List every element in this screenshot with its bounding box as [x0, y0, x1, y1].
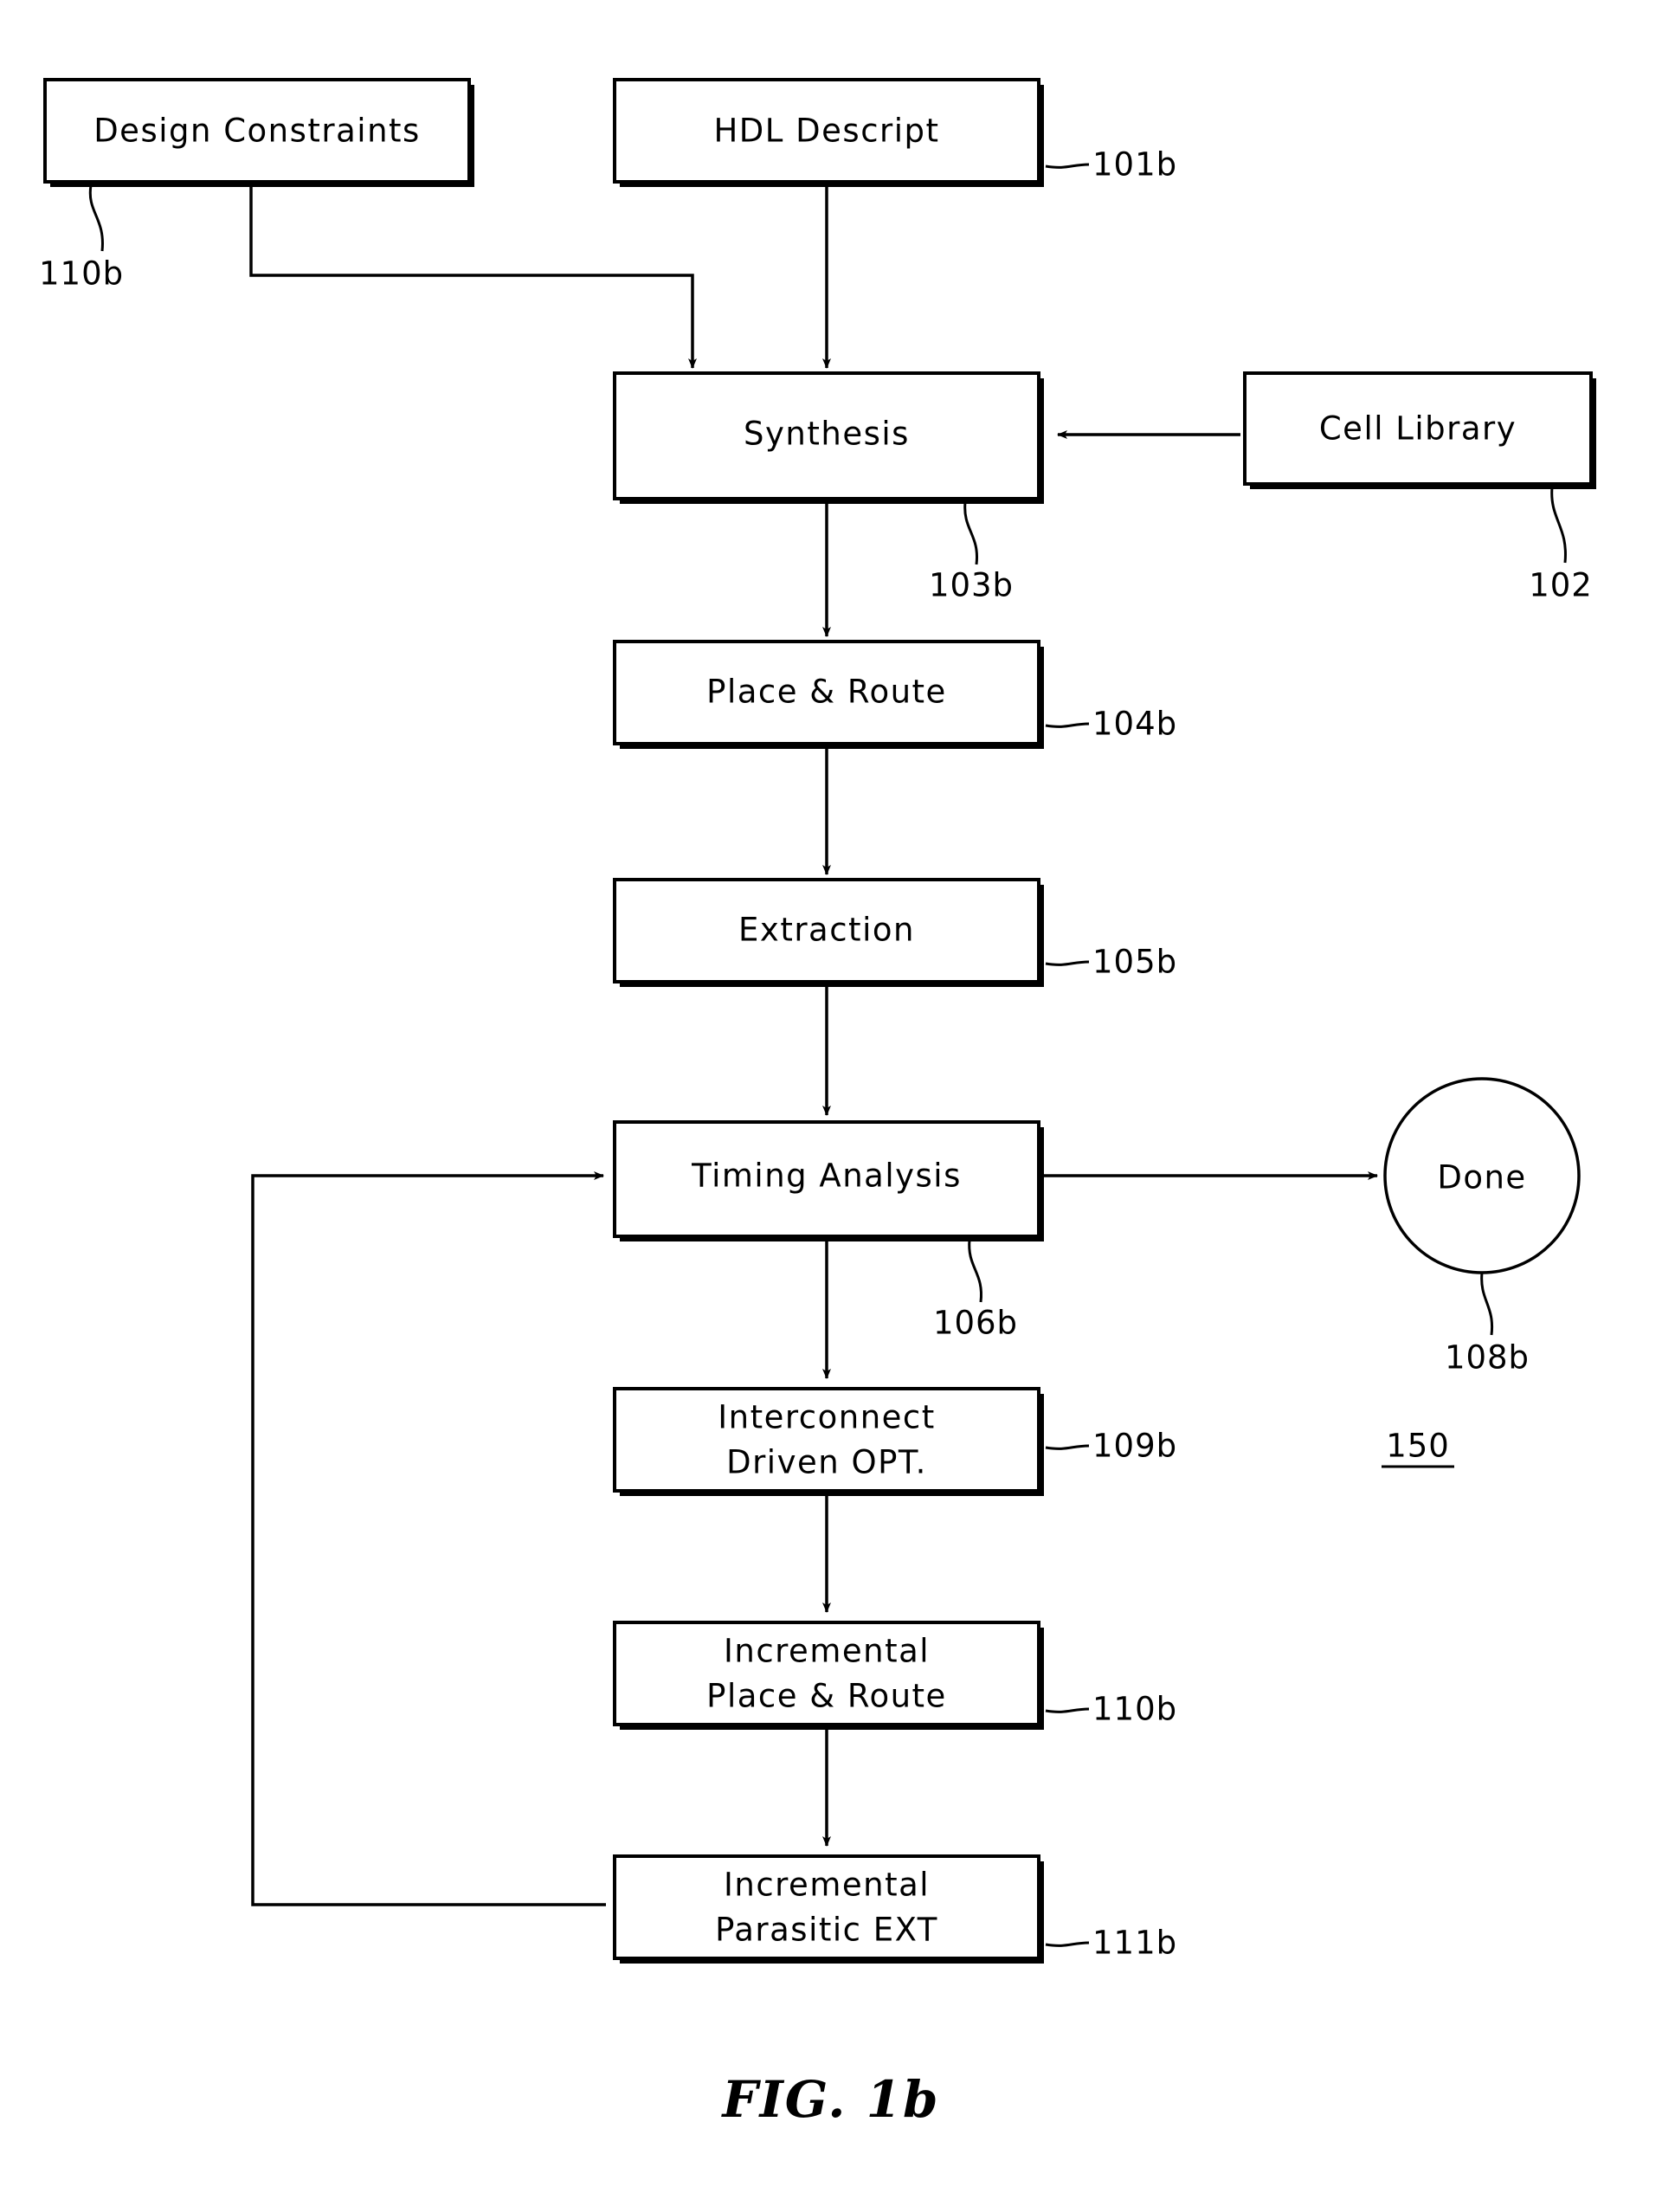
ref-label-106b: 106b	[933, 1305, 1018, 1342]
node-label-design-constraints: Design Constraints	[93, 113, 421, 150]
node-design-constraints[interactable]: Design Constraints 110b	[39, 78, 474, 293]
edge-design-constraints-to-synthesis	[249, 184, 697, 369]
node-incremental-place-and-route[interactable]: Incremental Place & Route 110b	[613, 1621, 1177, 1730]
ref-label-109b: 109b	[1092, 1428, 1177, 1465]
ref-label-111b: 111b	[1092, 1925, 1177, 1962]
node-incremental-parasitic-ext[interactable]: Incremental Parasitic EXT 111b	[613, 1854, 1177, 1964]
node-timing-analysis[interactable]: Timing Analysis 106b	[613, 1120, 1044, 1342]
node-label-extraction: Extraction	[738, 912, 915, 949]
node-label-cell-library: Cell Library	[1319, 410, 1517, 448]
ref-label-103b: 103b	[929, 567, 1014, 604]
ref-label-104b: 104b	[1092, 706, 1177, 743]
node-extraction[interactable]: Extraction 105b	[613, 878, 1177, 987]
node-label-hdl-descript: HDL Descript	[713, 113, 939, 150]
diagram-ref-label: 150	[1386, 1428, 1450, 1465]
node-label-done: Done	[1437, 1159, 1526, 1196]
node-label-incr-parasitic-line1: Incremental	[724, 1867, 930, 1904]
node-label-timing-analysis: Timing Analysis	[691, 1158, 962, 1195]
flowchart-svg: Design Constraints 110b HDL Descript 101…	[39, 78, 1596, 2129]
node-interconnect-driven-opt[interactable]: Interconnect Driven OPT. 109b	[613, 1387, 1177, 1496]
node-label-incr-place-route-line2: Place & Route	[706, 1678, 947, 1715]
ref-label-105b: 105b	[1092, 944, 1177, 981]
ref-label-101b: 101b	[1092, 146, 1177, 184]
node-cell-library[interactable]: Cell Library 102	[1243, 371, 1596, 604]
node-hdl-descript[interactable]: HDL Descript 101b	[613, 78, 1177, 187]
figure-caption: FIG. 1b	[720, 2070, 939, 2129]
diagram-ref-150: 150	[1382, 1428, 1454, 1468]
node-label-incr-parasitic-line2: Parasitic EXT	[715, 1912, 938, 1949]
node-label-incr-place-route-line1: Incremental	[724, 1633, 930, 1670]
ref-label-102: 102	[1529, 567, 1593, 604]
ref-label-110b-bottom: 110b	[1092, 1691, 1177, 1728]
node-done[interactable]: Done 108b	[1383, 1077, 1581, 1377]
edge-feedback-to-timing	[251, 1171, 606, 1906]
node-label-interconnect-line2: Driven OPT.	[726, 1444, 927, 1481]
node-label-synthesis: Synthesis	[744, 416, 910, 453]
ref-label-110b-top: 110b	[39, 255, 124, 293]
node-label-interconnect-line1: Interconnect	[718, 1399, 936, 1436]
ref-label-108b: 108b	[1445, 1339, 1530, 1377]
node-label-place-and-route: Place & Route	[706, 674, 947, 711]
node-synthesis[interactable]: Synthesis 103b	[613, 371, 1044, 604]
patent-figure: Design Constraints 110b HDL Descript 101…	[0, 0, 1662, 2212]
node-place-and-route[interactable]: Place & Route 104b	[613, 640, 1177, 749]
